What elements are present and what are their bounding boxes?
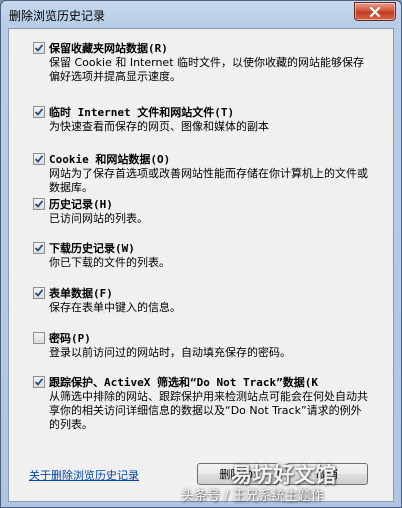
option-title: 历史记录(H): [49, 198, 113, 211]
delete-button[interactable]: 删除(D): [197, 463, 279, 485]
title-bar[interactable]: 删除浏览历史记录: [1, 1, 401, 27]
checkmark-icon: [34, 378, 44, 386]
dialog-body: 保留收藏夹网站数据(R) 保留 Cookie 和 Internet 临时文件，以…: [8, 28, 394, 502]
preserve-favorites-checkbox[interactable]: [33, 42, 45, 54]
checkmark-icon: [34, 289, 44, 297]
close-button[interactable]: [354, 2, 396, 21]
option-description: 登录以前访问过的网站时，自动填充保存的密码。: [49, 346, 291, 359]
checkmark-icon: [34, 244, 44, 252]
option-title: 临时 Internet 文件和网站文件(T): [49, 106, 235, 119]
option-description: 你已下载的文件的列表。: [49, 256, 170, 269]
option-description: 为快速查看而保存的网页、图像和媒体的副本: [49, 120, 269, 133]
option-description: 保存在表单中键入的信息。: [49, 301, 181, 314]
window-title: 删除浏览历史记录: [9, 9, 106, 23]
option-description: 保留 Cookie 和 Internet 临时文件，以使你收藏的网站能够保存偏好…: [49, 56, 364, 83]
option-title: 表单数据(F): [49, 287, 113, 300]
option-description: 已访问网站的列表。: [49, 212, 148, 225]
option-description: 网站为了保存首选项或改善网站性能而存储在你计算机上的文件或数据库。: [49, 167, 368, 194]
option-title: 跟踪保护、ActiveX 筛选和“Do Not Track”数据(K: [49, 376, 318, 389]
checkmark-icon: [34, 200, 44, 208]
history-checkbox[interactable]: [33, 198, 45, 210]
delete-history-dialog: 删除浏览历史记录 保留收藏夹网站数据(R) 保留 Cookie 和 Intern…: [0, 0, 402, 508]
checkmark-icon: [34, 44, 44, 52]
option-title: 密码(P): [49, 332, 91, 345]
download-history-checkbox[interactable]: [33, 242, 45, 254]
option-description: 从筛选中排除的网站、跟踪保护用来检测站点可能会在何处自动共享你的相关访问详细信息…: [49, 390, 368, 431]
passwords-checkbox[interactable]: [33, 332, 45, 344]
option-title: Cookie 和网站数据(O): [49, 153, 171, 166]
checkmark-icon: [34, 155, 44, 163]
checkmark-icon: [34, 108, 44, 116]
about-delete-history-link[interactable]: 关于删除浏览历史记录: [29, 467, 139, 483]
close-icon: [369, 6, 381, 17]
form-data-checkbox[interactable]: [33, 287, 45, 299]
cancel-button[interactable]: 取消: [286, 463, 368, 485]
cookies-checkbox[interactable]: [33, 153, 45, 165]
temp-files-checkbox[interactable]: [33, 106, 45, 118]
tracking-protection-checkbox[interactable]: [33, 376, 45, 388]
option-title: 保留收藏夹网站数据(R): [49, 42, 168, 55]
option-title: 下载历史记录(W): [49, 242, 135, 255]
